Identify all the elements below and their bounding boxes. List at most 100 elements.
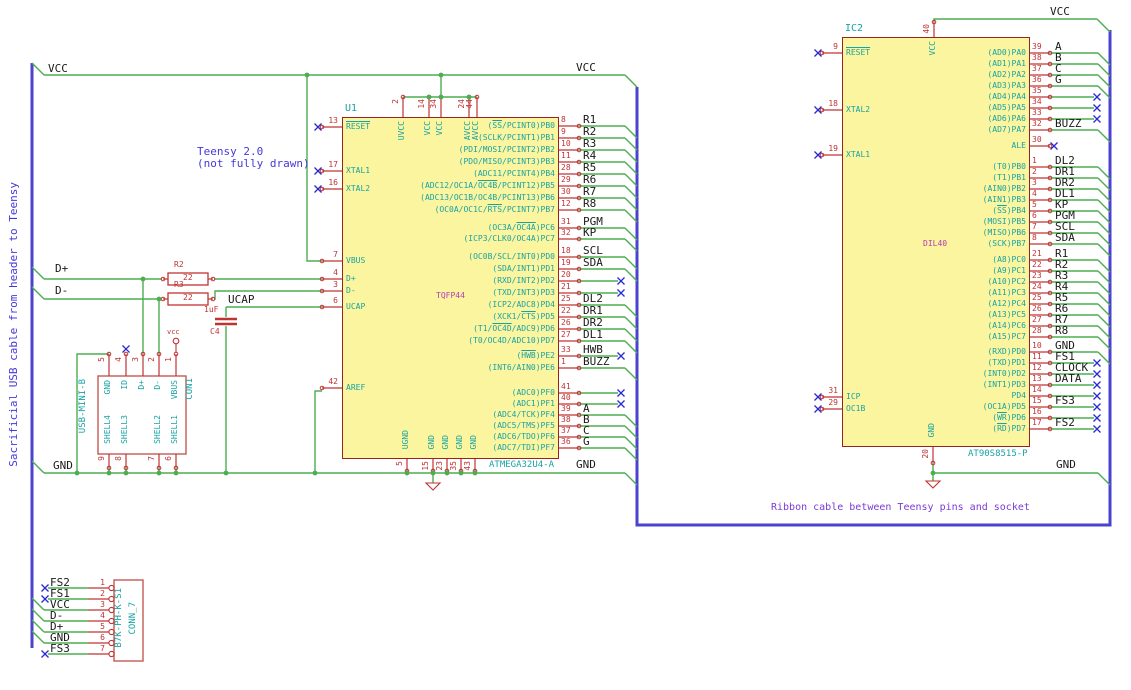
bus-entry[interactable] bbox=[1097, 314, 1111, 328]
net-label-g[interactable]: G bbox=[1055, 74, 1062, 85]
bus-entry[interactable] bbox=[624, 268, 638, 282]
ic2-value[interactable]: AT90S8515-P bbox=[968, 450, 1028, 459]
ic2-vcc-wire[interactable] bbox=[933, 18, 1097, 22]
vcc-power-symbol[interactable] bbox=[172, 337, 180, 345]
usb-conn-value[interactable]: USB-MINI-B bbox=[78, 379, 88, 433]
net-label-r4[interactable]: R4 bbox=[583, 150, 596, 161]
conn7-ref[interactable]: CONN_7 bbox=[128, 602, 138, 635]
bus-entry[interactable] bbox=[1097, 472, 1111, 486]
bus-entry[interactable] bbox=[624, 425, 638, 439]
net-label-gnd-ic2[interactable]: GND bbox=[1056, 459, 1076, 470]
net-label-gnd-mid[interactable]: GND bbox=[576, 459, 596, 470]
net-label-r2[interactable]: R2 bbox=[583, 126, 596, 137]
bus-entry[interactable] bbox=[1097, 351, 1111, 365]
net-label-buzz[interactable]: BUZZ bbox=[1055, 118, 1082, 129]
net-label-scl[interactable]: SCL bbox=[583, 245, 603, 256]
bus-entry[interactable] bbox=[624, 149, 638, 163]
net-label-r1[interactable]: R1 bbox=[583, 114, 596, 125]
net-label-dl1[interactable]: DL1 bbox=[583, 329, 603, 340]
bus-entry[interactable] bbox=[624, 447, 638, 461]
bus-entry[interactable] bbox=[624, 197, 638, 211]
bus-entry[interactable] bbox=[1097, 336, 1111, 350]
bus-entry[interactable] bbox=[624, 256, 638, 270]
bus-entry[interactable] bbox=[1096, 18, 1111, 33]
bus-entry[interactable] bbox=[31, 460, 45, 474]
bus-entry[interactable] bbox=[31, 266, 45, 280]
conn7-value[interactable]: B7K-PH-K-S1 bbox=[114, 588, 124, 648]
bus-entry[interactable] bbox=[1097, 166, 1111, 180]
bus-entry[interactable] bbox=[624, 414, 638, 428]
net-label-dminus[interactable]: D- bbox=[55, 285, 68, 296]
net-label-buzz[interactable]: BUZZ bbox=[583, 356, 610, 367]
bus-entry[interactable] bbox=[1097, 243, 1111, 257]
bus-entry[interactable] bbox=[31, 608, 45, 622]
gnd-power-symbol[interactable] bbox=[924, 480, 942, 489]
bus-entry[interactable] bbox=[624, 161, 638, 175]
net-label-sda[interactable]: SDA bbox=[1055, 232, 1075, 243]
net-label-r7[interactable]: R7 bbox=[583, 186, 596, 197]
bus-entry[interactable] bbox=[624, 125, 638, 139]
net-label-dl2[interactable]: DL2 bbox=[583, 293, 603, 304]
net-label-r8[interactable]: R8 bbox=[1055, 325, 1068, 336]
net-label-vcc-right[interactable]: VCC bbox=[1050, 6, 1070, 17]
net-label-kp[interactable]: KP bbox=[583, 227, 596, 238]
bus-entry[interactable] bbox=[31, 62, 45, 76]
bus-entry[interactable] bbox=[624, 340, 638, 354]
teensy-note-line2[interactable]: (not fully drawn) bbox=[197, 158, 310, 169]
net-label-ucap[interactable]: UCAP bbox=[228, 294, 255, 305]
bus-entry[interactable] bbox=[1097, 52, 1111, 66]
bus-entry[interactable] bbox=[1097, 281, 1111, 295]
net-label-r6[interactable]: R6 bbox=[583, 174, 596, 185]
bus-entry[interactable] bbox=[624, 209, 638, 223]
bus-entry[interactable] bbox=[624, 436, 638, 450]
ribbon-cable-note[interactable]: Ribbon cable between Teensy pins and soc… bbox=[771, 503, 1030, 513]
bus-entry[interactable] bbox=[624, 173, 638, 187]
net-label-data[interactable]: DATA bbox=[1055, 373, 1082, 384]
bus-entry[interactable] bbox=[624, 316, 638, 330]
bus-entry[interactable] bbox=[1097, 210, 1111, 224]
c4-value[interactable]: 1uF bbox=[204, 306, 218, 314]
usb-conn-ref[interactable]: CON1 bbox=[185, 378, 195, 400]
net-label-dr2[interactable]: DR2 bbox=[583, 317, 603, 328]
bus-entry[interactable] bbox=[1097, 270, 1111, 284]
u1-ref[interactable]: U1 bbox=[345, 104, 357, 114]
net-label-sda[interactable]: SDA bbox=[583, 257, 603, 268]
bus-entry[interactable] bbox=[624, 185, 638, 199]
bus-entry[interactable] bbox=[31, 597, 45, 611]
net-label-vcc-left[interactable]: VCC bbox=[48, 63, 68, 74]
bus-entry[interactable] bbox=[1097, 74, 1111, 88]
bus-entry[interactable] bbox=[624, 227, 638, 241]
bus-entry[interactable] bbox=[1097, 259, 1111, 273]
net-label-dr1[interactable]: DR1 bbox=[583, 305, 603, 316]
bus-entry[interactable] bbox=[1097, 221, 1111, 235]
bus-entry[interactable] bbox=[31, 630, 45, 644]
ic2-ref[interactable]: IC2 bbox=[845, 24, 863, 34]
net-label-r5[interactable]: R5 bbox=[583, 162, 596, 173]
gnd-power-symbol[interactable] bbox=[424, 482, 442, 491]
u1-value[interactable]: ATMEGA32U4-A bbox=[489, 461, 554, 470]
teensy-note-line1[interactable]: Teensy 2.0 bbox=[197, 146, 263, 157]
bus-entry[interactable] bbox=[1097, 188, 1111, 202]
bus-entry[interactable] bbox=[624, 304, 638, 318]
net-label-fs3[interactable]: FS3 bbox=[50, 643, 70, 654]
bus-entry[interactable] bbox=[624, 328, 638, 342]
bus-entry[interactable] bbox=[1097, 325, 1111, 339]
bus-entry[interactable] bbox=[31, 286, 45, 300]
bus-entry[interactable] bbox=[1097, 199, 1111, 213]
bus-entry[interactable] bbox=[624, 74, 638, 88]
net-label-dplus[interactable]: D+ bbox=[55, 263, 68, 274]
net-label-gnd-left[interactable]: GND bbox=[53, 460, 73, 471]
bus-entry[interactable] bbox=[1097, 85, 1111, 99]
bus-entry[interactable] bbox=[31, 619, 45, 633]
bus-entry[interactable] bbox=[624, 238, 638, 252]
net-label-fs2[interactable]: FS2 bbox=[1055, 417, 1075, 428]
net-label-vcc-mid[interactable]: VCC bbox=[576, 62, 596, 73]
bus-entry[interactable] bbox=[624, 367, 638, 381]
bus-entry[interactable] bbox=[1097, 129, 1111, 143]
bus-entry[interactable] bbox=[1097, 63, 1111, 77]
bus-entry[interactable] bbox=[624, 137, 638, 151]
bus-entry[interactable] bbox=[1097, 177, 1111, 191]
aref-wire[interactable] bbox=[314, 390, 322, 473]
bus-entry[interactable] bbox=[1097, 303, 1111, 317]
net-label-fs3[interactable]: FS3 bbox=[1055, 395, 1075, 406]
